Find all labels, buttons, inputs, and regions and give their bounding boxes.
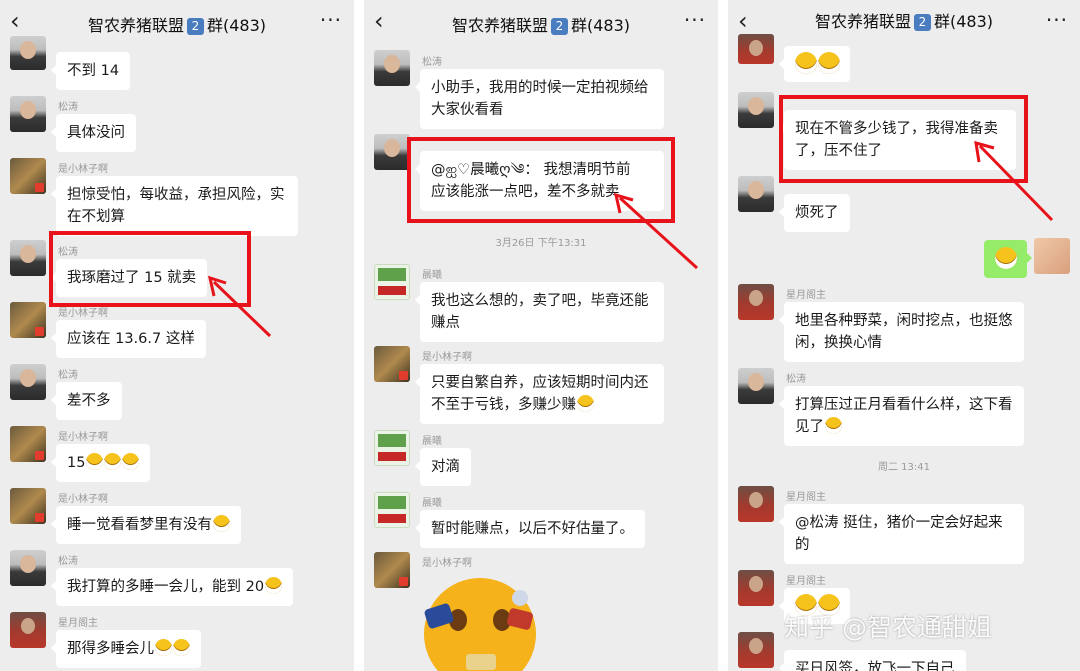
highlight-arrow bbox=[613, 192, 699, 270]
chat-panel-2: ‹ 智农养猪联盟 2 群(483) ··· 松涛 小助手，我用的时候一定拍视频给大家… bbox=[364, 0, 718, 671]
highlight-arrow bbox=[207, 275, 272, 338]
chat-panel-1: ‹ 智农养猪联盟 2 群(483) ··· 不到 14 松涛 具体没问 是小林子啊 … bbox=[0, 0, 354, 671]
highlight-arrow bbox=[974, 140, 1054, 222]
chat-panel-3: ‹ 智农养猪联盟 2 群(483) ··· 现在不管多少钱了，我得准备卖了，压不住了… bbox=[728, 0, 1080, 671]
zhihu-watermark: 知乎 @智农通甜姐 bbox=[784, 613, 992, 642]
